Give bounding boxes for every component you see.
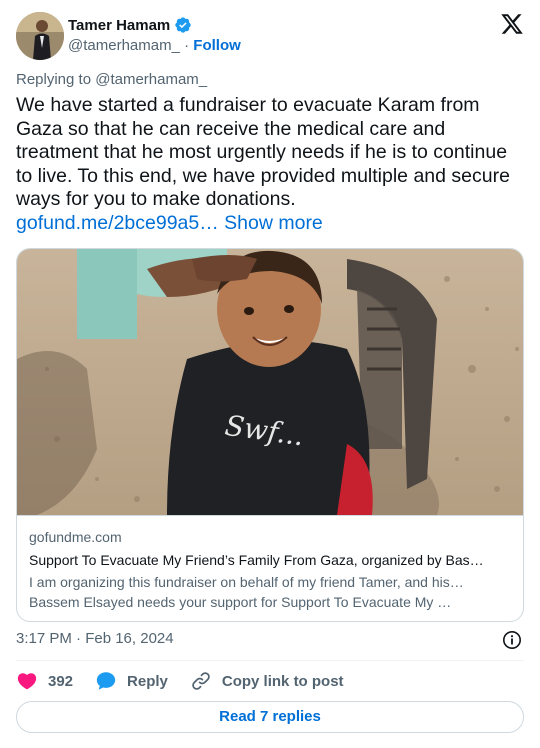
like-button[interactable]: 392 bbox=[16, 670, 73, 692]
card-description-line-1: I am organizing this fundraiser on behal… bbox=[29, 574, 464, 590]
tweet-header: Tamer Hamam @tamerhamam_ · Follow bbox=[16, 12, 524, 60]
card-image[interactable]: Swf... bbox=[17, 249, 523, 515]
card-description: I am organizing this fundraiser on behal… bbox=[29, 572, 511, 612]
author-avatar[interactable] bbox=[16, 12, 64, 60]
heart-icon bbox=[17, 673, 37, 690]
show-more-link[interactable]: Show more bbox=[224, 212, 323, 234]
link-icon bbox=[192, 672, 210, 690]
tweet-body: We have started a fundraiser to evacuate… bbox=[16, 94, 510, 210]
tweet-timestamp[interactable]: 3:17 PM · Feb 16, 2024 bbox=[16, 630, 174, 647]
x-logo-icon[interactable] bbox=[500, 12, 524, 36]
link-preview-card[interactable]: Swf... gofundme.com Support To Evacuate … bbox=[16, 248, 524, 622]
card-title[interactable]: Support To Evacuate My Friend’s Family F… bbox=[29, 550, 511, 570]
author-name[interactable]: Tamer Hamam bbox=[68, 17, 170, 34]
author-names: Tamer Hamam @tamerhamam_ · Follow bbox=[68, 15, 241, 55]
tweet-actions: 392 Reply Copy link to post bbox=[16, 669, 366, 693]
divider bbox=[16, 660, 524, 661]
card-meta: gofundme.com Support To Evacuate My Frie… bbox=[17, 515, 523, 621]
follow-button[interactable]: Follow bbox=[193, 37, 241, 54]
tweet-text: We have started a fundraiser to evacuate… bbox=[16, 94, 524, 235]
replying-to: Replying to @tamerhamam_ bbox=[16, 71, 208, 88]
embedded-tweet: Tamer Hamam @tamerhamam_ · Follow Replyi… bbox=[0, 0, 540, 748]
info-icon[interactable] bbox=[502, 630, 522, 650]
copy-link-label: Copy link to post bbox=[221, 672, 344, 690]
reply-bubble-icon bbox=[96, 672, 116, 690]
card-domain: gofundme.com bbox=[29, 529, 122, 545]
reply-label: Reply bbox=[127, 672, 168, 690]
card-description-line-2: Bassem Elsayed needs your support for Su… bbox=[29, 594, 452, 610]
reply-button[interactable]: Reply bbox=[95, 670, 168, 692]
handle-separator: · bbox=[184, 37, 190, 54]
copy-link-button[interactable]: Copy link to post bbox=[190, 670, 344, 692]
read-replies-button[interactable]: Read 7 replies bbox=[16, 701, 524, 733]
like-count: 392 bbox=[48, 672, 74, 690]
author-handle[interactable]: @tamerhamam_ bbox=[68, 37, 180, 54]
verified-badge-icon bbox=[174, 16, 192, 34]
fundraiser-link[interactable]: gofund.me/2bce99a5… bbox=[16, 212, 219, 234]
